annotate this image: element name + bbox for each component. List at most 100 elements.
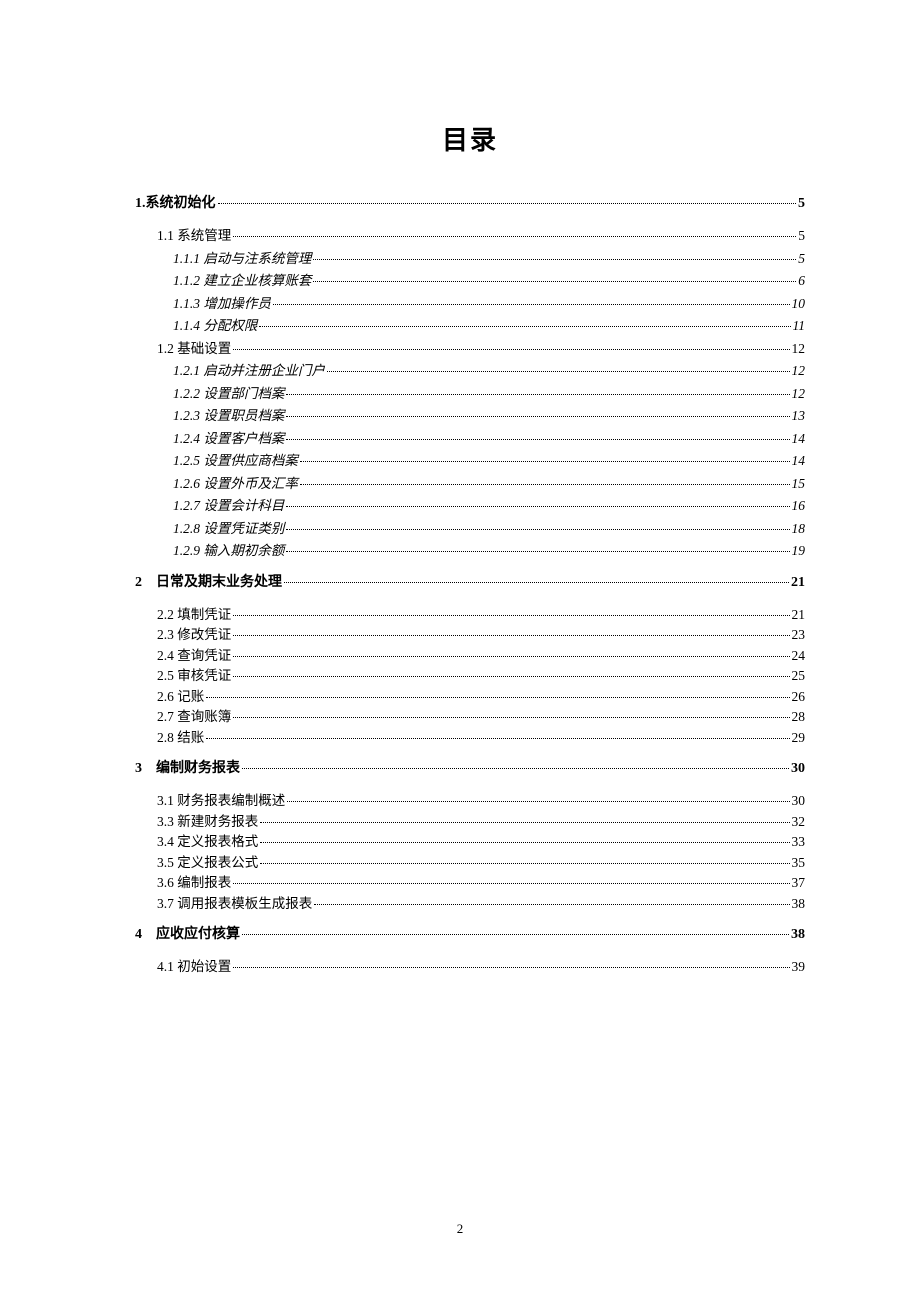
toc-dots xyxy=(287,801,789,802)
toc-dots xyxy=(206,738,789,739)
toc-dots xyxy=(259,326,790,327)
toc-dots xyxy=(286,439,789,440)
toc-entry-page: 11 xyxy=(793,319,806,333)
toc-entry-page: 19 xyxy=(792,544,806,558)
toc-entry: 2.8 结账29 xyxy=(135,731,805,745)
toc-entry-page: 5 xyxy=(798,229,805,243)
toc-entry: 2.3 修改凭证 23 xyxy=(135,628,805,642)
toc-entry-label: 1.2.4 设置客户档案 xyxy=(173,432,284,446)
toc-dots xyxy=(233,717,789,718)
toc-entry-label: 4 应收应付核算 xyxy=(135,928,240,942)
toc-entry: 2.2 填制凭证21 xyxy=(135,608,805,622)
toc-entry: 1.1.1 启动与注系统管理 5 xyxy=(135,252,805,266)
page-title: 目录 xyxy=(135,120,805,157)
toc-entry-label: 1.1 系统管理 xyxy=(157,229,231,243)
toc-entry-label: 1.2.9 输入期初余额 xyxy=(173,544,284,558)
toc-dots xyxy=(260,822,789,823)
toc-dots xyxy=(286,416,789,417)
toc-entry: 1.2.3 设置职员档案13 xyxy=(135,409,805,423)
page-number-footer: 2 xyxy=(0,1221,920,1237)
toc-entry: 1.1 系统管理 5 xyxy=(135,229,805,243)
toc-dots xyxy=(233,349,789,350)
toc-entry: 1.2 基础设置12 xyxy=(135,342,805,356)
toc-dots xyxy=(300,461,790,462)
toc-entry-page: 30 xyxy=(791,762,805,776)
toc-entry: 1.2.9 输入期初余额 19 xyxy=(135,544,805,558)
toc-entry-label: 1.1.2 建立企业核算账套 xyxy=(173,274,311,288)
toc-dots xyxy=(233,656,789,657)
toc-entry-label: 2.3 修改凭证 xyxy=(157,628,231,642)
toc-entry-label: 2.4 查询凭证 xyxy=(157,649,231,663)
toc-entry-page: 10 xyxy=(792,297,806,311)
toc-dots xyxy=(233,676,789,677)
toc-dots xyxy=(242,768,789,769)
toc-entry-label: 1.2.5 设置供应商档案 xyxy=(173,454,298,468)
toc-entry-page: 38 xyxy=(792,897,806,911)
toc-entry: 3 编制财务报表30 xyxy=(135,762,805,776)
toc-entry: 1.系统初始化5 xyxy=(135,197,805,211)
toc-entry-page: 5 xyxy=(798,197,805,211)
toc-entry: 2.5 审核凭证 25 xyxy=(135,669,805,683)
toc-entry-page: 25 xyxy=(792,669,806,683)
toc-entry-label: 1.2.6 设置外币及汇率 xyxy=(173,477,298,491)
toc-dots xyxy=(233,615,789,616)
toc-entry-page: 37 xyxy=(792,876,806,890)
toc-entry-page: 28 xyxy=(792,710,806,724)
toc-entry-page: 23 xyxy=(792,628,806,642)
toc-entry-label: 3.7 调用报表模板生成报表 xyxy=(157,897,312,911)
toc-dots xyxy=(233,967,789,968)
toc-entry-label: 2.6 记账 xyxy=(157,690,204,704)
toc-entry-page: 15 xyxy=(792,477,806,491)
toc-entry-label: 4.1 初始设置 xyxy=(157,960,231,974)
toc-entry-page: 18 xyxy=(792,522,806,536)
toc-entry-page: 39 xyxy=(792,960,806,974)
toc-entry-page: 16 xyxy=(792,499,806,513)
toc-dots xyxy=(286,394,789,395)
toc-entry-page: 14 xyxy=(792,432,806,446)
toc-entry: 4 应收应付核算 38 xyxy=(135,928,805,942)
toc-entry-page: 5 xyxy=(798,252,805,266)
toc-dots xyxy=(273,304,790,305)
toc-entry-page: 35 xyxy=(792,856,806,870)
toc-entry-page: 12 xyxy=(792,387,806,401)
toc-entry-page: 6 xyxy=(798,274,805,288)
toc-entry-label: 1.2.8 设置凭证类别 xyxy=(173,522,284,536)
toc-entry: 1.2.8 设置凭证类别 18 xyxy=(135,522,805,536)
toc-entry-page: 38 xyxy=(791,928,805,942)
toc-dots xyxy=(233,635,789,636)
toc-entry-label: 2.8 结账 xyxy=(157,731,204,745)
toc-entry-label: 2.7 查询账簿 xyxy=(157,710,231,724)
toc-entry-page: 30 xyxy=(792,794,806,808)
toc-entry: 3.1 财务报表编制概述 30 xyxy=(135,794,805,808)
toc-dots xyxy=(300,484,790,485)
toc-entry: 1.2.7 设置会计科目16 xyxy=(135,499,805,513)
toc-entry: 1.1.4 分配权限11 xyxy=(135,319,805,333)
toc-dots xyxy=(286,551,789,552)
toc-entry: 1.2.6 设置外币及汇率 15 xyxy=(135,477,805,491)
toc-entry-label: 1.2.1 启动并注册企业门户 xyxy=(173,364,325,378)
toc-entry-label: 3.1 财务报表编制概述 xyxy=(157,794,285,808)
toc-dots xyxy=(218,203,797,204)
toc-dots xyxy=(206,697,789,698)
toc-dots xyxy=(286,529,789,530)
toc-entry: 3.7 调用报表模板生成报表 38 xyxy=(135,897,805,911)
toc-entry-label: 1.1.1 启动与注系统管理 xyxy=(173,252,311,266)
toc-dots xyxy=(260,842,789,843)
toc-entry-label: 1.2 基础设置 xyxy=(157,342,231,356)
toc-dots xyxy=(233,236,796,237)
toc-dots xyxy=(284,582,789,583)
toc-entry-page: 26 xyxy=(792,690,806,704)
toc-entry: 1.2.1 启动并注册企业门户 12 xyxy=(135,364,805,378)
toc-entry-label: 2.5 审核凭证 xyxy=(157,669,231,683)
toc-entry-page: 21 xyxy=(791,576,805,590)
toc-entry-page: 12 xyxy=(792,364,806,378)
toc-entry: 3.5 定义报表公式 35 xyxy=(135,856,805,870)
toc-dots xyxy=(242,934,789,935)
toc-entry-label: 3.5 定义报表公式 xyxy=(157,856,258,870)
toc-entry: 2 日常及期末业务处理21 xyxy=(135,576,805,590)
toc-entry-label: 3.3 新建财务报表 xyxy=(157,815,258,829)
toc-entry-label: 1.1.3 增加操作员 xyxy=(173,297,271,311)
toc-entry: 2.4 查询凭证24 xyxy=(135,649,805,663)
toc-entry-label: 2.2 填制凭证 xyxy=(157,608,231,622)
toc-entry-page: 13 xyxy=(792,409,806,423)
